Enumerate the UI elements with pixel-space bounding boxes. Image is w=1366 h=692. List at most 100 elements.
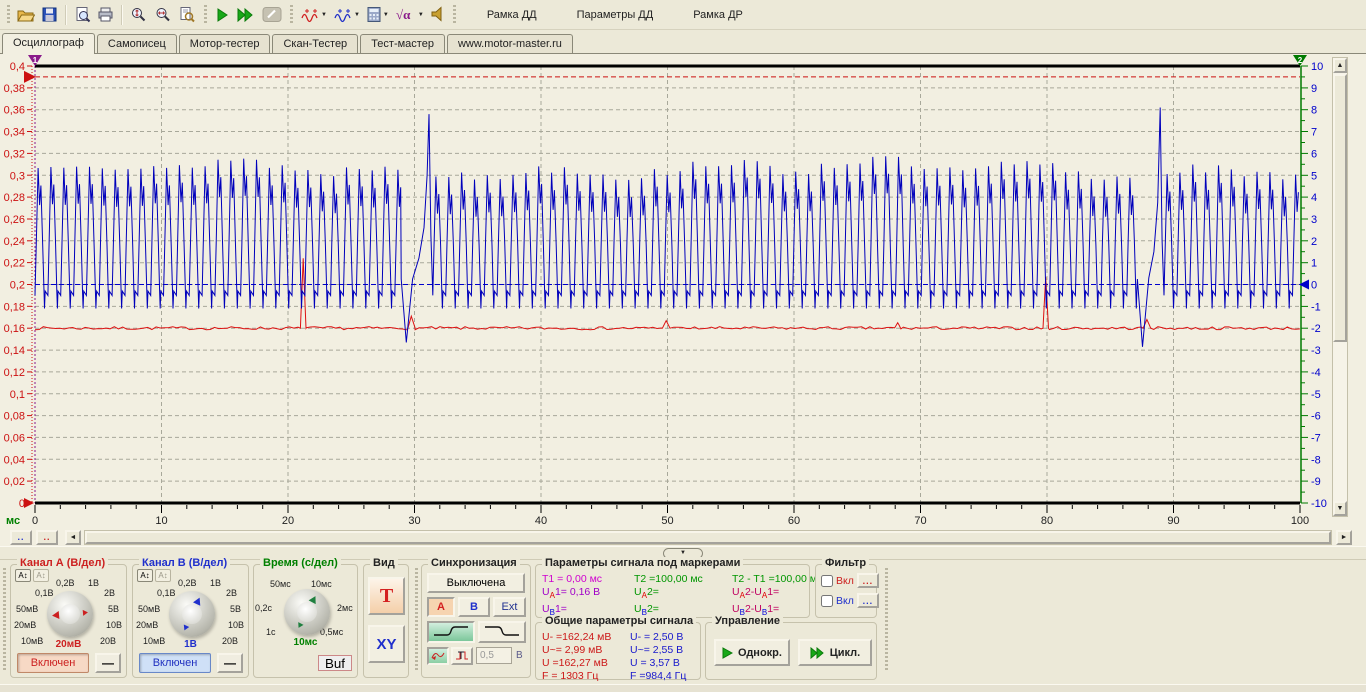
open-file-button[interactable] <box>14 3 38 27</box>
marker-t1-value: T1 = 0,00 мс <box>542 573 634 585</box>
filter-a-checkbox[interactable] <box>821 575 833 587</box>
print-preview-button[interactable] <box>71 3 94 27</box>
knob-scale-label: 10В <box>228 620 244 630</box>
panel-grip[interactable] <box>884 568 889 672</box>
menu-bar: Рамка ДД Параметры ДД Рамка ДР <box>483 7 747 23</box>
channel-b-invert-button[interactable]: — <box>217 653 243 673</box>
tab-website[interactable]: www.motor-master.ru <box>447 34 573 53</box>
start-cycle-button[interactable] <box>233 3 259 27</box>
channel-b-auto-range-button[interactable]: A↕ <box>137 569 153 582</box>
channel-a-signal-button[interactable]: ▼ <box>297 3 330 27</box>
channel-b-auto-range-alt-button[interactable]: A↕ <box>155 569 171 582</box>
dropdown-arrow-icon: ▼ <box>354 12 360 18</box>
oscilloscope-plot[interactable]: 0102030405060708090100мс0,40,380,360,340… <box>0 54 1332 529</box>
svg-text:1: 1 <box>1311 258 1317 270</box>
toolbar-grip[interactable] <box>5 5 11 25</box>
tab-motor-tester[interactable]: Мотор-тестер <box>179 34 271 53</box>
general-params-grid: U- =162,24 мВ U- = 2,50 В U~= 2,99 мВ U~… <box>542 631 686 682</box>
zoom-amplitude-button[interactable] <box>127 3 151 27</box>
tab-scan-tester[interactable]: Скан-Тестер <box>272 34 358 53</box>
save-button[interactable] <box>38 3 61 27</box>
svg-text:-3: -3 <box>1311 345 1321 357</box>
menu-item-ramka-dr[interactable]: Рамка ДР <box>689 7 747 23</box>
channel-b-power-button[interactable]: Включен <box>139 653 211 673</box>
knob-scale-label: 20мВ <box>136 620 158 630</box>
blue-dots-button[interactable]: .. <box>10 530 32 545</box>
calculator-icon <box>366 6 382 23</box>
svg-text:1: 1 <box>33 56 38 65</box>
sync-level-mode-button[interactable] <box>451 647 473 665</box>
menu-item-params-dd[interactable]: Параметры ДД <box>573 7 658 23</box>
panel-grip[interactable] <box>414 568 419 672</box>
view-time-button[interactable]: T <box>368 577 405 615</box>
channel-b-signal-button[interactable]: ▼ <box>330 3 363 27</box>
page-magnifier-icon <box>178 6 196 23</box>
scroll-up-button[interactable]: ▲ <box>1333 58 1347 73</box>
channel-b-title: Канал В (В/дел) <box>139 557 230 569</box>
svg-text:3: 3 <box>1311 214 1317 226</box>
channel-a-invert-button[interactable]: — <box>95 653 121 673</box>
horizontal-scroll-thumb[interactable] <box>85 531 1331 544</box>
channel-a-auto-range-alt-button[interactable]: A↕ <box>33 569 49 582</box>
marker-ua-diff-value: UА2-UА1= <box>732 586 822 602</box>
filter-b-checkbox[interactable] <box>821 595 833 607</box>
sync-off-button[interactable]: Выключена <box>427 573 525 593</box>
time-per-div-knob[interactable] <box>284 589 330 635</box>
scroll-right-button[interactable]: ► <box>1336 530 1352 545</box>
knob-scale-label: 2В <box>226 588 237 598</box>
tab-oscillograph[interactable]: Осциллограф <box>2 33 95 54</box>
edit-button[interactable] <box>259 3 285 27</box>
general-b-value: U = 3,57 В <box>630 657 686 669</box>
calculator-button[interactable]: ▼ <box>363 3 392 27</box>
horizontal-scrollbar[interactable]: ◄ <box>84 530 1332 545</box>
channel-a-power-button[interactable]: Включен <box>17 653 89 673</box>
sync-rising-edge-button[interactable] <box>427 621 475 643</box>
filter-a-label: Вкл <box>836 575 854 587</box>
cycle-run-button[interactable]: Цикл. <box>798 639 872 666</box>
general-a-value: F = 1303 Гц <box>542 670 630 682</box>
svg-text:0,22: 0,22 <box>4 258 25 270</box>
red-dots-button[interactable]: .. <box>36 530 58 545</box>
view-xy-button[interactable]: XY <box>368 625 405 663</box>
scroll-down-button[interactable]: ▼ <box>1333 501 1347 516</box>
zoom-time-button[interactable] <box>151 3 175 27</box>
filter-channel-b-row: Вкл ... <box>821 593 879 608</box>
svg-text:0,3: 0,3 <box>10 170 25 182</box>
knob-scale-label: 1В <box>88 578 99 588</box>
tab-recorder[interactable]: Самописец <box>97 34 177 53</box>
tab-test-master[interactable]: Тест-мастер <box>360 34 445 53</box>
channel-a-auto-range-button[interactable]: A↕ <box>15 569 31 582</box>
channel-a-volts-knob[interactable] <box>47 591 93 637</box>
channel-a-current-value: 20мВ <box>11 639 126 650</box>
toolbar-grip[interactable] <box>288 5 294 25</box>
single-run-button[interactable]: Однокр. <box>714 639 790 666</box>
svg-text:0,02: 0,02 <box>4 476 25 488</box>
sync-source-a-button[interactable]: А <box>427 597 455 617</box>
vertical-scroll-thumb[interactable] <box>1333 74 1347 342</box>
buffer-button[interactable]: Buf <box>318 655 352 671</box>
scroll-left-button[interactable]: ◄ <box>65 530 81 545</box>
menu-item-ramka-dd[interactable]: Рамка ДД <box>483 7 541 23</box>
filter-b-settings-button[interactable]: ... <box>857 593 879 608</box>
print-button[interactable] <box>94 3 117 27</box>
channel-b-volts-knob[interactable] <box>169 591 215 637</box>
panel-grip[interactable] <box>2 568 7 672</box>
vertical-scrollbar[interactable]: ▲ ▼ <box>1332 57 1348 517</box>
start-button[interactable] <box>211 3 233 27</box>
sound-button[interactable] <box>427 3 449 27</box>
sync-source-ext-button[interactable]: Ext <box>493 597 526 617</box>
blue-waveform-icon <box>333 6 353 23</box>
dropdown-arrow-icon: ▼ <box>383 12 389 18</box>
sync-source-b-button[interactable]: B <box>458 597 490 617</box>
time-current-value: 10мс <box>254 637 357 648</box>
channel-b-panel: Канал В (В/дел) A↕ A↕ 0,1В 0,2В 1В 2В 50… <box>132 564 249 678</box>
sync-auto-mode-button[interactable] <box>427 647 449 665</box>
math-function-button[interactable]: √α▼ <box>392 3 427 27</box>
sync-level-input[interactable] <box>476 647 512 664</box>
filter-a-settings-button[interactable]: ... <box>857 573 879 588</box>
toolbar-grip[interactable] <box>452 5 458 25</box>
page-preview-button[interactable] <box>175 3 199 27</box>
toolbar-grip[interactable] <box>202 5 208 25</box>
status-bar <box>0 684 1366 692</box>
sync-falling-edge-button[interactable] <box>478 621 526 643</box>
